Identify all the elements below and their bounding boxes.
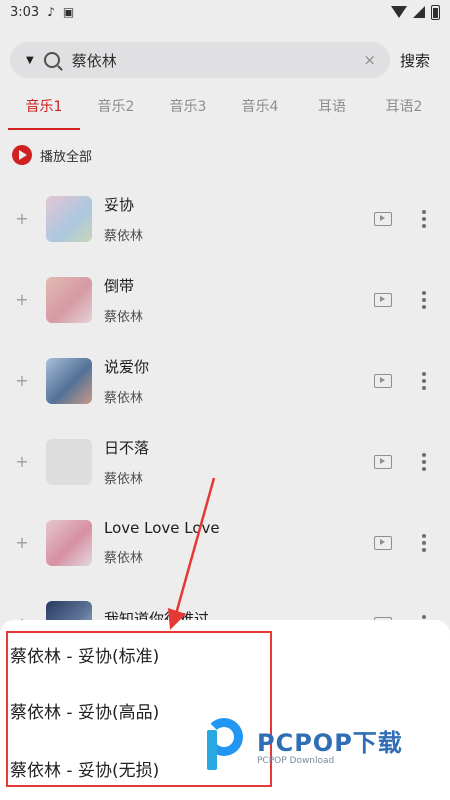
- watermark-main: PCPOP下载: [257, 728, 403, 757]
- watermark: PCPOP下载 PCPOP Download: [205, 718, 403, 770]
- pcpop-logo-icon: [205, 718, 249, 770]
- watermark-sub: PCPOP Download: [257, 755, 335, 766]
